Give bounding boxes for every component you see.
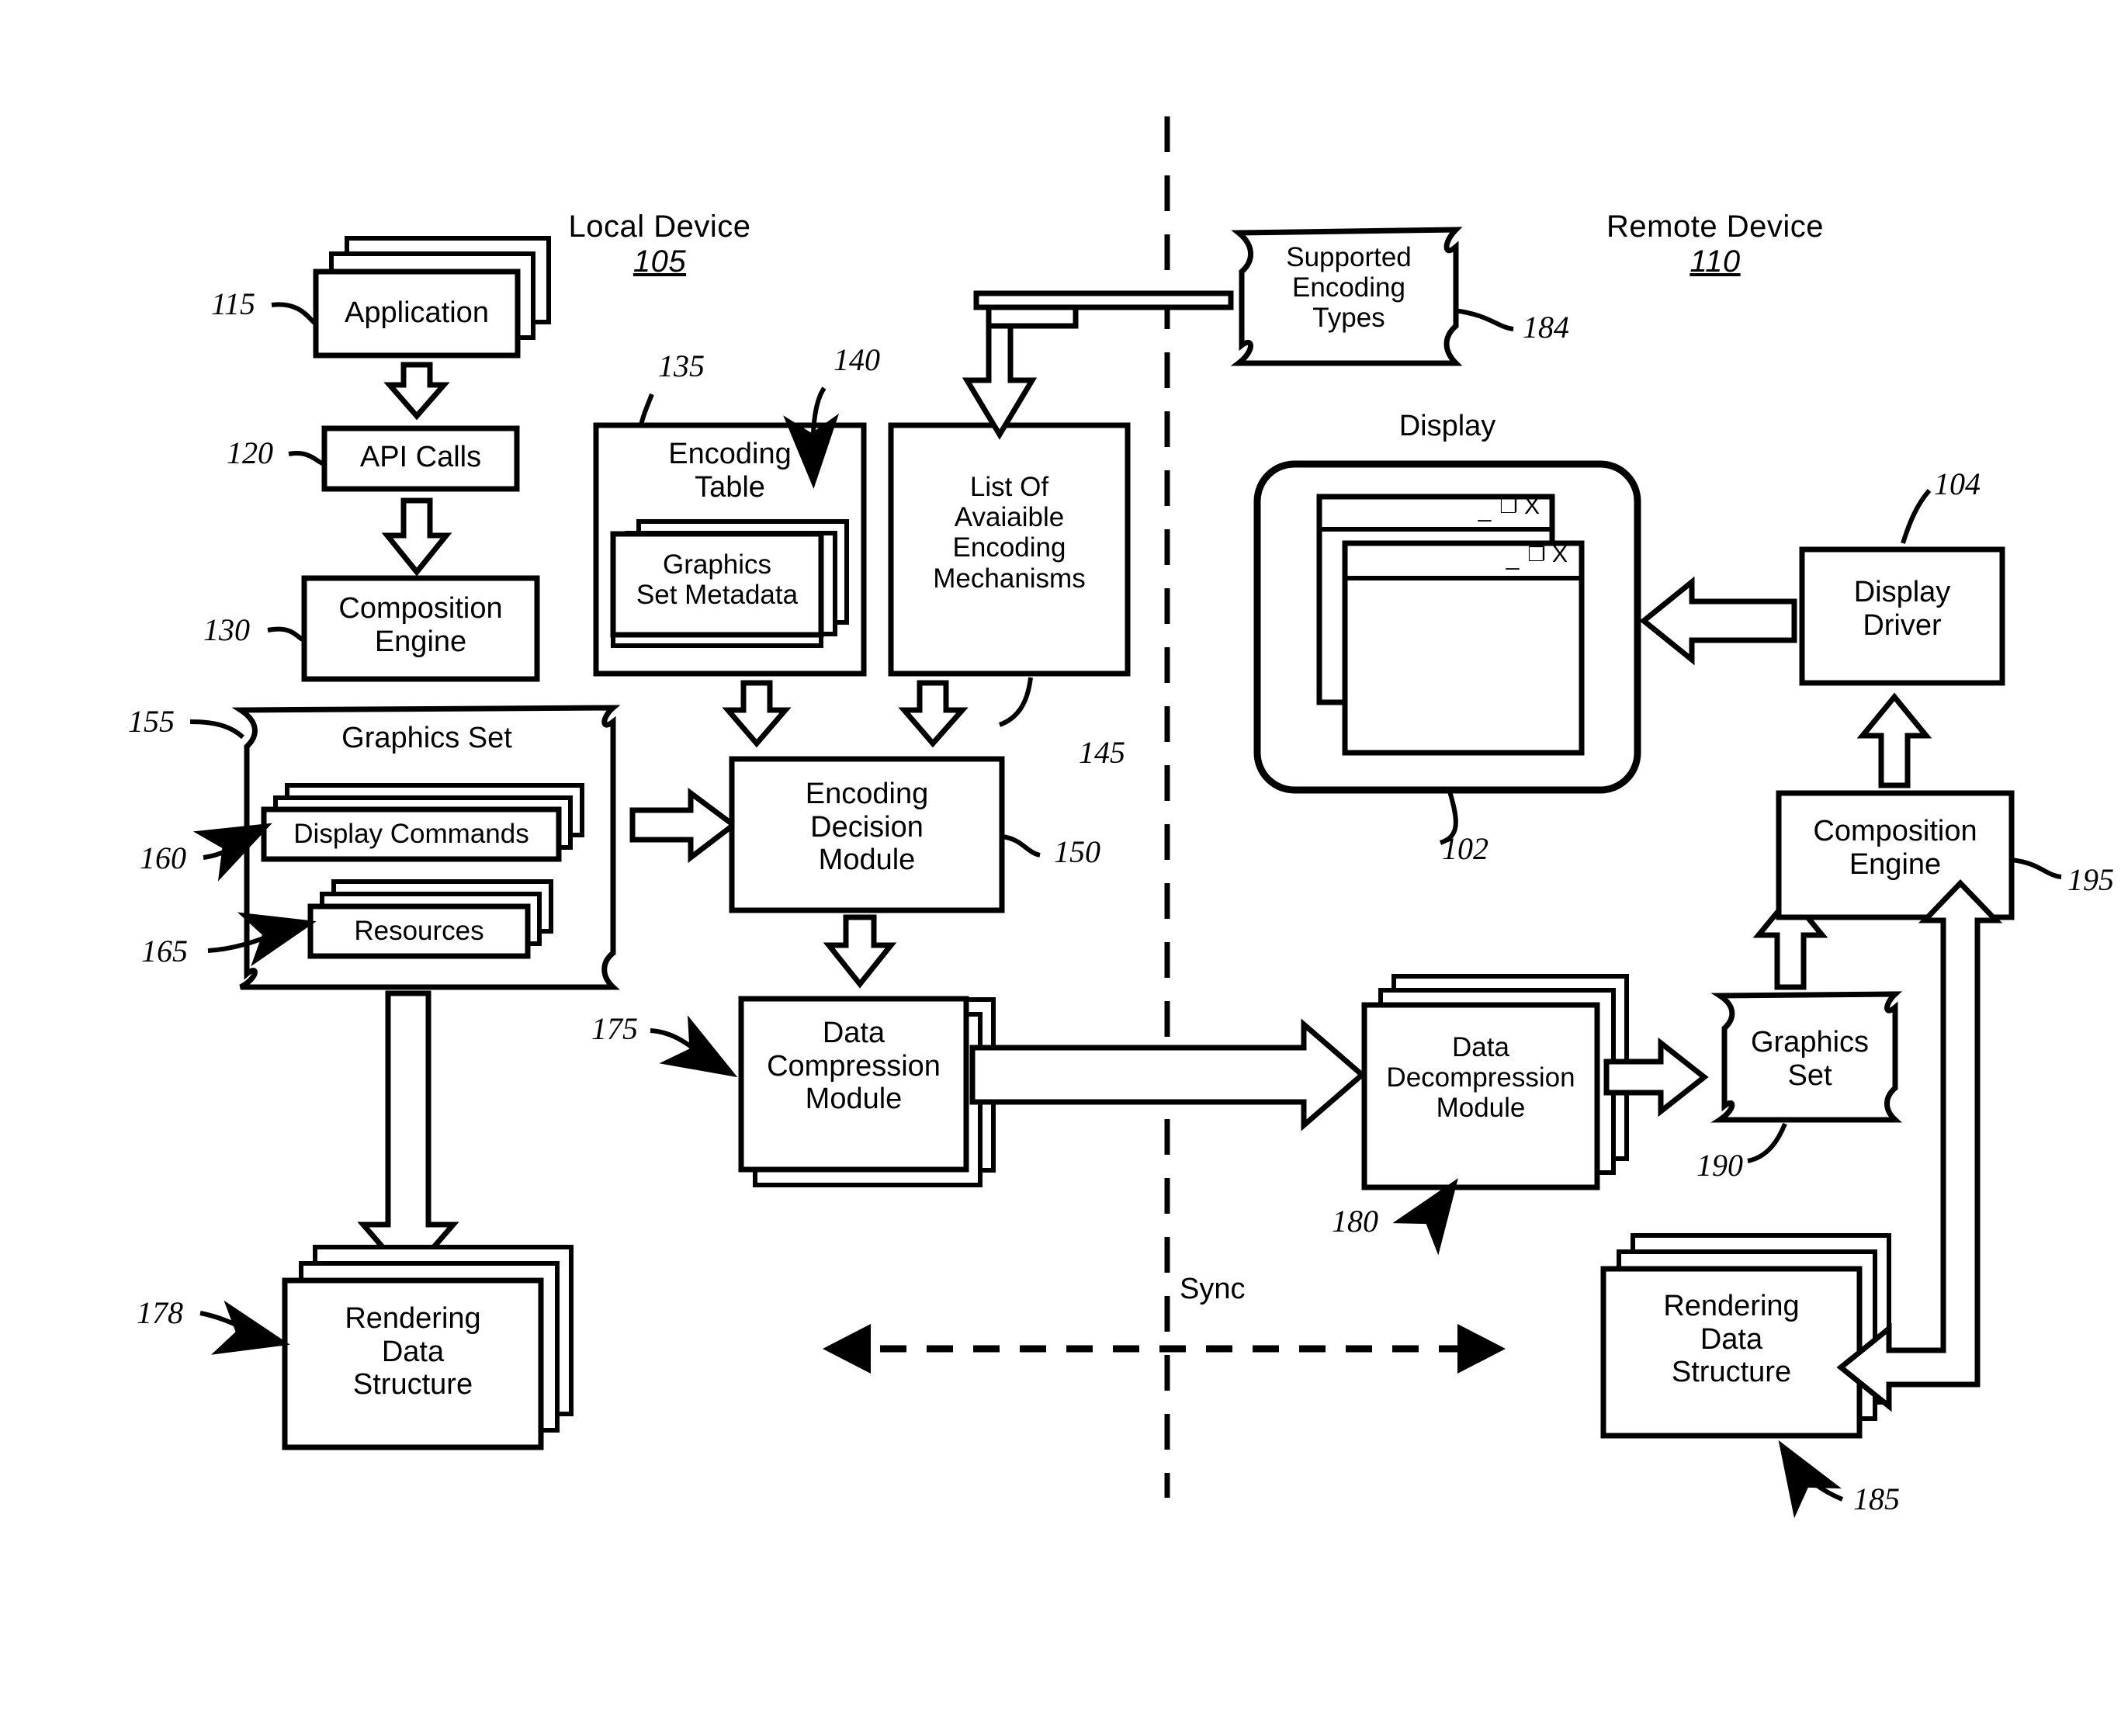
ref-175: 175 bbox=[591, 1011, 638, 1046]
ref-190: 190 bbox=[1696, 1148, 1743, 1183]
ref-160: 160 bbox=[140, 840, 186, 875]
ref-178: 178 bbox=[137, 1295, 183, 1330]
ref-145: 145 bbox=[1079, 735, 1125, 770]
ref-185: 185 bbox=[1853, 1481, 1900, 1516]
ref-104: 104 bbox=[1934, 466, 1981, 501]
ref-115: 115 bbox=[211, 286, 256, 321]
ref-180: 180 bbox=[1332, 1204, 1378, 1239]
ref-130: 130 bbox=[203, 612, 250, 647]
ref-140: 140 bbox=[833, 342, 880, 377]
ref-102: 102 bbox=[1442, 831, 1489, 866]
ref-195: 195 bbox=[2067, 862, 2114, 897]
ref-135: 135 bbox=[658, 348, 705, 383]
ref-150: 150 bbox=[1054, 834, 1100, 869]
patent-figure: Local Device 105 Remote Device 110 Appli… bbox=[0, 0, 2121, 1736]
ref-165: 165 bbox=[141, 934, 188, 968]
ref-155: 155 bbox=[128, 704, 175, 739]
ref-120: 120 bbox=[227, 435, 273, 470]
ref-184: 184 bbox=[1523, 310, 1569, 345]
